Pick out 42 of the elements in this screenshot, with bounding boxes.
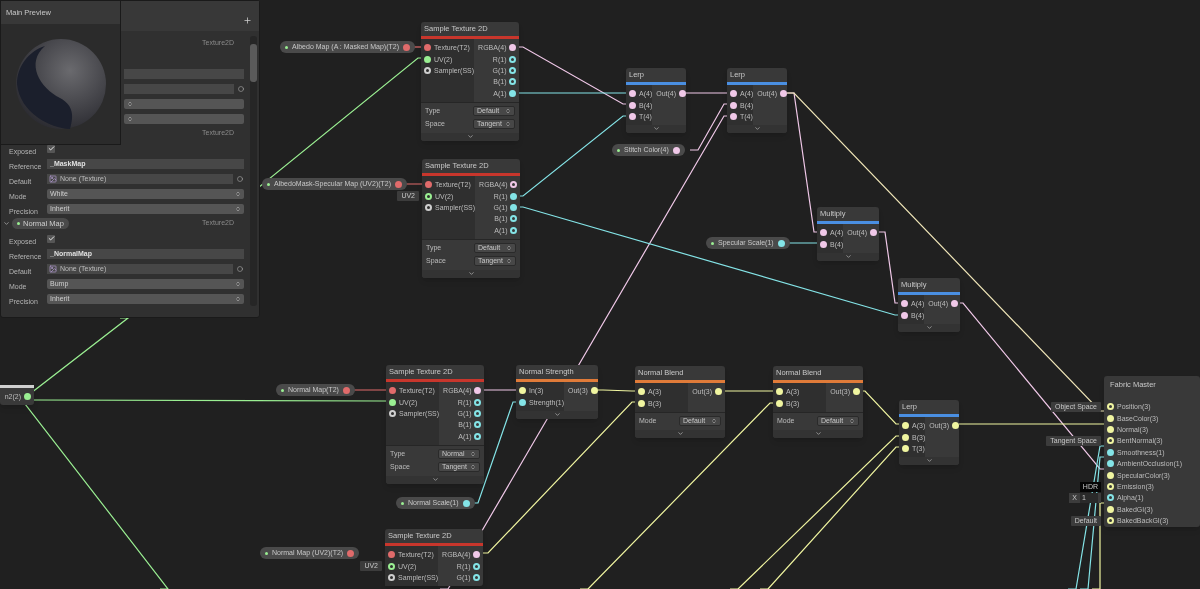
node-header-bar	[626, 82, 686, 85]
updown-caret-icon	[470, 451, 476, 458]
updown-caret-icon	[470, 464, 476, 471]
expand-chevron-icon[interactable]	[467, 269, 475, 277]
updown-caret-icon	[505, 121, 511, 128]
check-icon	[47, 145, 55, 152]
expand-chevron-icon[interactable]	[553, 410, 561, 418]
expand-chevron-icon[interactable]	[466, 132, 474, 140]
object-picker-icon[interactable]	[237, 265, 243, 272]
object-picker-icon[interactable]	[238, 85, 244, 92]
updown-caret-icon	[505, 108, 511, 115]
scrollbar[interactable]	[250, 36, 257, 306]
expand-chevron-icon[interactable]	[925, 457, 933, 465]
collapse-chevron-icon[interactable]	[3, 220, 10, 227]
updown-caret-icon	[235, 205, 241, 212]
expand-chevron-icon[interactable]	[431, 475, 439, 483]
node-header-bar	[899, 414, 959, 417]
updown-caret-icon	[711, 418, 717, 425]
node-header-bar	[898, 292, 960, 295]
check-icon	[47, 235, 55, 242]
texture-icon	[49, 174, 57, 183]
updown-caret-icon	[127, 115, 133, 122]
updown-caret-icon	[849, 418, 855, 425]
texture-icon	[49, 264, 57, 273]
updown-caret-icon	[127, 100, 133, 107]
object-picker-icon[interactable]	[237, 175, 243, 182]
node-header-bar	[817, 221, 879, 224]
updown-caret-icon	[235, 295, 241, 302]
node-header-bar	[727, 82, 787, 85]
expand-chevron-icon[interactable]	[652, 125, 660, 133]
expand-chevron-icon[interactable]	[844, 252, 852, 260]
updown-caret-icon	[506, 258, 512, 265]
expand-chevron-icon[interactable]	[753, 125, 761, 133]
checkbox[interactable]	[47, 234, 55, 243]
expand-chevron-icon[interactable]	[925, 323, 933, 331]
node-header-bar	[0, 385, 34, 388]
expand-chevron-icon[interactable]	[676, 429, 684, 437]
updown-caret-icon	[235, 280, 241, 287]
add-property-icon[interactable]	[243, 16, 252, 25]
expand-chevron-icon[interactable]	[814, 429, 822, 437]
updown-caret-icon	[235, 190, 241, 197]
updown-caret-icon	[506, 245, 512, 252]
